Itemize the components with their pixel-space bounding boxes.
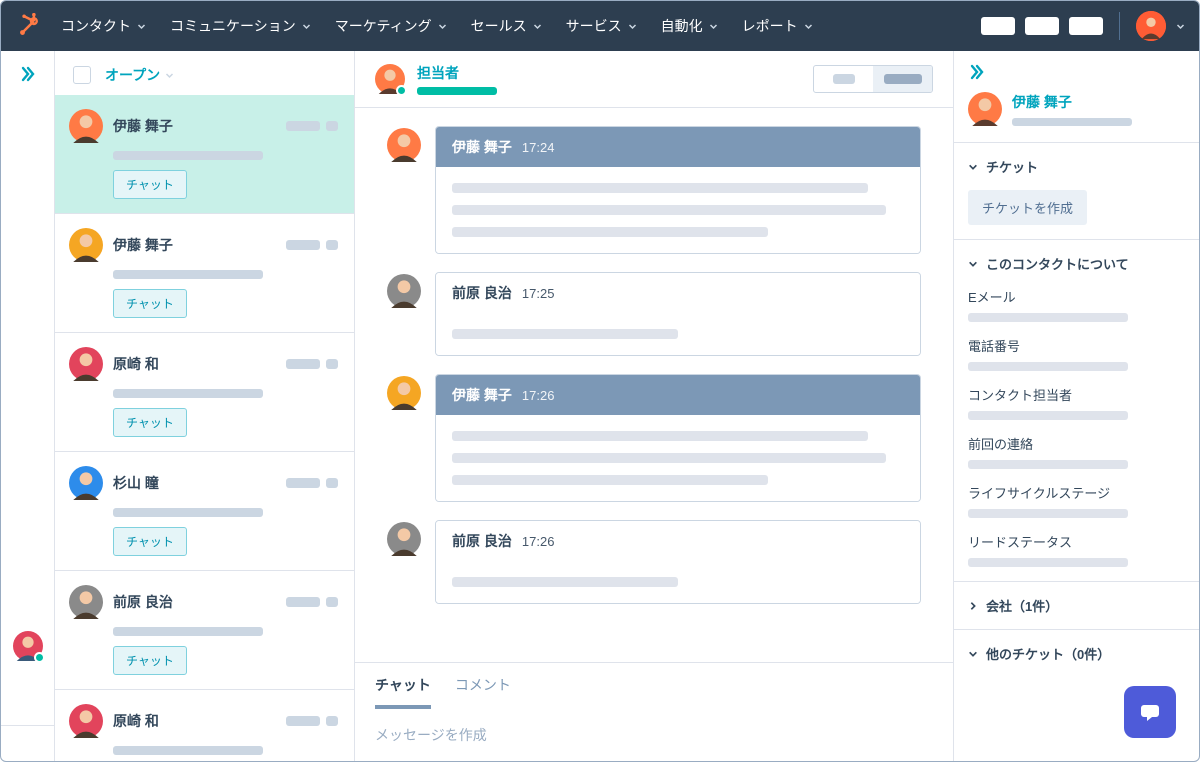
message-avatar	[387, 128, 421, 162]
message-time: 17:26	[522, 388, 555, 403]
message-input[interactable]: メッセージを作成	[355, 709, 953, 761]
message-avatar	[387, 274, 421, 308]
message-time: 17:25	[522, 286, 555, 301]
conversation-name: 前原 良治	[113, 592, 173, 612]
conversation-item[interactable]: 原崎 和	[55, 690, 354, 761]
panel-header-ticket[interactable]: チケット	[968, 157, 1185, 176]
message-avatar	[387, 376, 421, 410]
conversation-list: オープン 伊藤 舞子 チャット 伊藤 舞子 チャット 原崎 和 チャット	[55, 51, 355, 761]
avatar	[69, 228, 103, 262]
panel-header-about[interactable]: このコンタクトについて	[968, 254, 1185, 273]
conversation-name: 杉山 瞳	[113, 473, 159, 493]
view-toggle[interactable]	[813, 65, 933, 93]
message-avatar	[387, 522, 421, 556]
message-author: 前原 良治	[452, 283, 512, 303]
composer-tab[interactable]: コメント	[455, 675, 511, 709]
channel-badge: チャット	[113, 527, 187, 556]
nav-item[interactable]: マーケティング	[335, 16, 447, 36]
avatar	[69, 704, 103, 738]
nav-item[interactable]: コンタクト	[61, 16, 146, 36]
thread-pane: 担当者 伊藤 舞子 17:24 前原 良治 17:25 伊藤 舞子 17:26	[355, 51, 954, 761]
conversation-name: 伊藤 舞子	[113, 116, 173, 136]
conversation-name: 原崎 和	[113, 354, 159, 374]
conversation-item[interactable]: 伊藤 舞子 チャット	[55, 95, 354, 214]
message-author: 伊藤 舞子	[452, 137, 512, 157]
chat-widget-button[interactable]	[1124, 686, 1176, 738]
nav-item[interactable]: コミュニケーション	[170, 16, 311, 36]
nav-item[interactable]: 自動化	[661, 16, 718, 36]
expand-rail-icon[interactable]	[19, 65, 37, 86]
channel-badge: チャット	[113, 289, 187, 318]
nav-item[interactable]: セールス	[471, 16, 542, 36]
contact-field: コンタクト担当者	[968, 385, 1185, 420]
channel-badge: チャット	[113, 408, 187, 437]
hubspot-logo[interactable]	[15, 12, 43, 40]
status-filter[interactable]: オープン	[105, 65, 174, 85]
assignee-avatar[interactable]	[375, 64, 405, 94]
channel-badge: チャット	[113, 646, 187, 675]
contact-field: ライフサイクルステージ	[968, 483, 1185, 518]
panel-header-other-tickets[interactable]: 他のチケット（0件）	[968, 644, 1185, 663]
message-author: 前原 良治	[452, 531, 512, 551]
message-time: 17:24	[522, 140, 555, 155]
message: 伊藤 舞子 17:24	[387, 126, 921, 254]
avatar	[69, 347, 103, 381]
create-ticket-button[interactable]: チケットを作成	[968, 190, 1087, 225]
chevron-down-icon[interactable]	[1176, 22, 1185, 31]
rail-avatar[interactable]	[13, 631, 43, 661]
left-rail	[1, 51, 55, 761]
conversation-item[interactable]: 伊藤 舞子 チャット	[55, 214, 354, 333]
panel-header-company[interactable]: 会社（1件）	[968, 596, 1185, 615]
avatar	[69, 466, 103, 500]
channel-badge: チャット	[113, 170, 187, 199]
message-author: 伊藤 舞子	[452, 385, 512, 405]
contact-field: リードステータス	[968, 532, 1185, 567]
collapse-panel-icon[interactable]	[968, 63, 1185, 84]
account-avatar[interactable]	[1136, 11, 1166, 41]
avatar	[69, 585, 103, 619]
context-panel: 伊藤 舞子 チケット チケットを作成 このコンタクトについて Eメール電話番号コ…	[954, 51, 1199, 761]
nav-item[interactable]: サービス	[566, 16, 637, 36]
avatar	[69, 109, 103, 143]
conversation-name: 原崎 和	[113, 711, 159, 731]
conversation-item[interactable]: 前原 良治 チャット	[55, 571, 354, 690]
contact-avatar[interactable]	[968, 92, 1002, 126]
assignee-label[interactable]: 担当者	[417, 63, 497, 83]
composer-tab[interactable]: チャット	[375, 675, 431, 709]
nav-pill[interactable]	[981, 17, 1015, 35]
conversation-name: 伊藤 舞子	[113, 235, 173, 255]
nav-item[interactable]: レポート	[742, 16, 813, 36]
message: 伊藤 舞子 17:26	[387, 374, 921, 502]
message: 前原 良治 17:26	[387, 520, 921, 604]
contact-field: Eメール	[968, 287, 1185, 322]
top-nav: コンタクト コミュニケーション マーケティング セールス サービス 自動化 レポート	[1, 1, 1199, 51]
contact-name-link[interactable]: 伊藤 舞子	[1012, 92, 1132, 112]
nav-pill[interactable]	[1025, 17, 1059, 35]
contact-field: 前回の連絡	[968, 434, 1185, 469]
conversation-item[interactable]: 杉山 瞳 チャット	[55, 452, 354, 571]
message-time: 17:26	[522, 534, 555, 549]
conversation-item[interactable]: 原崎 和 チャット	[55, 333, 354, 452]
message: 前原 良治 17:25	[387, 272, 921, 356]
contact-field: 電話番号	[968, 336, 1185, 371]
select-all-checkbox[interactable]	[73, 66, 91, 84]
nav-pill[interactable]	[1069, 17, 1103, 35]
